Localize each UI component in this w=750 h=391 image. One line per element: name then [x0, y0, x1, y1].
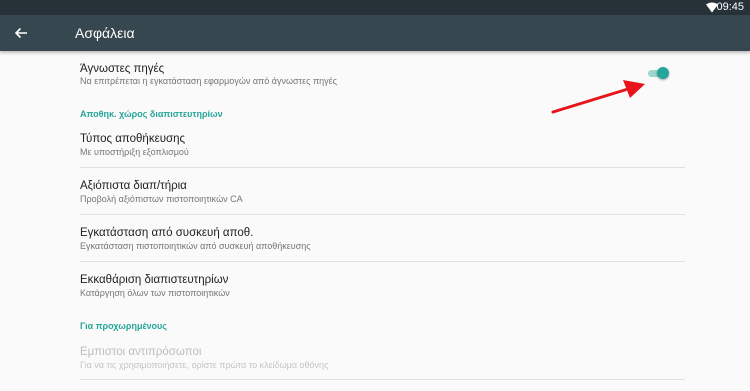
setting-summary: Για να τις χρησιμοποιήσετε, ορίστε πρώτα…	[80, 360, 329, 370]
setting-title: Αξιόπιστα διαπ/τήρια	[80, 180, 187, 192]
setting-trust-agents: Εμπιστοι αντιπρόσωποι Για να τις χρησιμο…	[80, 334, 685, 379]
setting-title: Εγκατάσταση από συσκευή αποθ.	[80, 227, 254, 239]
setting-trusted-credentials[interactable]: Αξιόπιστα διαπ/τήρια Προβολή αξιόπιστων …	[80, 168, 685, 214]
arrow-back-icon[interactable]	[13, 25, 29, 41]
section-header-credential-storage: Αποθηκ. χώρος διαπιστευτηρίων	[80, 109, 223, 119]
app-bar: Ασφάλεια	[0, 15, 750, 51]
setting-summary: Εγκατάσταση πιστοποιητικών από συσκευή α…	[80, 241, 311, 251]
toggle-thumb	[657, 67, 669, 79]
setting-title: Τύπος αποθήκευσης	[80, 133, 186, 145]
setting-summary: Να επιτρέπεται η εγκατάσταση εφαρμογών α…	[80, 76, 338, 86]
setting-title: Εμπιστοι αντιπρόσωποι	[80, 346, 202, 358]
setting-clear-credentials[interactable]: Εκκαθάριση διαπιστευτηρίων Κατάργηση όλω…	[80, 262, 685, 308]
setting-summary: Προβολή αξιόπιστων πιστοποιητικών CA	[80, 194, 243, 204]
setting-title: Άγνωστες πηγές	[80, 63, 165, 75]
setting-title: Εκκαθάριση διαπιστευτηρίων	[80, 274, 229, 286]
annotation-arrow-icon	[551, 80, 645, 114]
setting-summary: Κατάργηση όλων των πιστοποιητικών	[80, 288, 230, 298]
unknown-sources-toggle[interactable]	[648, 66, 670, 80]
status-bar: 09:45	[0, 0, 750, 15]
divider	[80, 379, 685, 380]
setting-storage-type[interactable]: Τύπος αποθήκευσης Με υποστήριξη εξοπλισμ…	[80, 123, 685, 167]
setting-summary: Με υποστήριξη εξοπλισμού	[80, 147, 189, 157]
section-header-advanced: Για προχωρημένους	[80, 321, 167, 331]
page-title: Ασφάλεια	[75, 25, 135, 41]
setting-install-from-storage[interactable]: Εγκατάσταση από συσκευή αποθ. Εγκατάστασ…	[80, 215, 685, 261]
status-time: 09:45	[716, 1, 744, 13]
